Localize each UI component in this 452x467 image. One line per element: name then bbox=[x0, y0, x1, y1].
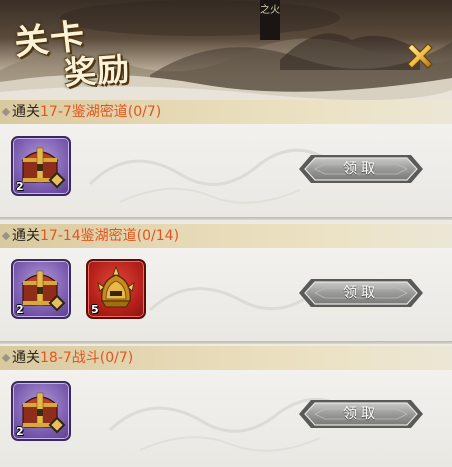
section-divider bbox=[0, 217, 452, 220]
section-prefix: 通关 bbox=[12, 104, 40, 120]
reward-item[interactable]: 5 bbox=[86, 259, 146, 319]
reward-item[interactable]: 2 bbox=[11, 381, 71, 441]
reward-item[interactable]: 2 bbox=[11, 259, 71, 319]
section-header: 通关17-7鉴湖密道(0/7) bbox=[0, 100, 452, 124]
reward-section-2: 通关17-14鉴湖密道(0/14) 2 5 领取 bbox=[0, 224, 452, 341]
title-calligraphy: 关卡 奖励 bbox=[10, 6, 150, 92]
title-line2: 奖励 bbox=[62, 49, 132, 93]
reward-section-1: 通关17-7鉴湖密道(0/7) 2 领取 bbox=[0, 100, 452, 217]
section-prefix: 通关 bbox=[12, 350, 40, 366]
item-count: 2 bbox=[16, 425, 24, 438]
section-body: 2 领取 bbox=[0, 124, 452, 217]
section-title: 通关17-14鉴湖密道(0/14) bbox=[12, 227, 179, 245]
reward-section-3: 通关18-7战斗(0/7) 2 领取 bbox=[0, 346, 452, 467]
claim-button[interactable]: 领取 bbox=[297, 152, 425, 186]
seal-stamp: 之火 bbox=[260, 0, 280, 40]
section-stage: 17-7鉴湖密道(0/7) bbox=[40, 104, 162, 120]
diamond-bullet-icon bbox=[1, 231, 11, 241]
claim-button[interactable]: 领取 bbox=[297, 276, 425, 310]
header-banner: 关卡 奖励 之火 bbox=[0, 0, 452, 100]
claim-button[interactable]: 领取 bbox=[297, 397, 425, 431]
item-count: 2 bbox=[16, 180, 24, 193]
reward-item[interactable]: 2 bbox=[11, 136, 71, 196]
claim-button-label: 领取 bbox=[343, 406, 379, 422]
section-prefix: 通关 bbox=[12, 228, 40, 244]
diamond-bullet-icon bbox=[1, 353, 11, 363]
close-button[interactable] bbox=[402, 38, 438, 74]
section-stage: 18-7战斗(0/7) bbox=[40, 350, 134, 366]
diamond-bullet-icon bbox=[1, 107, 11, 117]
section-stage: 17-14鉴湖密道(0/14) bbox=[40, 228, 180, 244]
item-count: 2 bbox=[16, 303, 24, 316]
section-body: 2 5 领取 bbox=[0, 248, 452, 341]
section-header: 通关18-7战斗(0/7) bbox=[0, 346, 452, 370]
claim-button-label: 领取 bbox=[343, 161, 379, 177]
section-header: 通关17-14鉴湖密道(0/14) bbox=[0, 224, 452, 248]
close-icon bbox=[407, 43, 433, 69]
section-divider bbox=[0, 341, 452, 344]
section-title: 通关18-7战斗(0/7) bbox=[12, 349, 133, 367]
claim-button-label: 领取 bbox=[343, 285, 379, 301]
section-title: 通关17-7鉴湖密道(0/7) bbox=[12, 103, 161, 121]
item-count: 5 bbox=[91, 303, 99, 316]
section-body: 2 领取 bbox=[0, 370, 452, 467]
